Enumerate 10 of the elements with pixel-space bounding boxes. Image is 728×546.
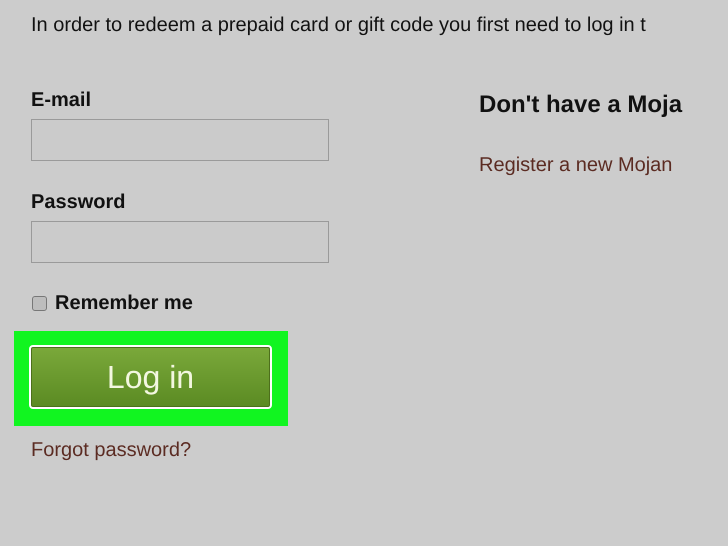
remember-checkbox[interactable] (32, 296, 47, 311)
forgot-password-link[interactable]: Forgot password? (31, 439, 192, 462)
password-label: Password (31, 191, 126, 214)
intro-text: In order to redeem a prepaid card or gift code you first need to log in t (30, 13, 647, 37)
password-field[interactable] (31, 221, 329, 263)
remember-label: Remember me (55, 292, 193, 315)
email-label: E-mail (31, 89, 92, 112)
register-heading: Don't have a Moja (479, 90, 684, 119)
email-field[interactable] (31, 119, 329, 161)
register-link[interactable]: Register a new Mojan (479, 154, 672, 177)
